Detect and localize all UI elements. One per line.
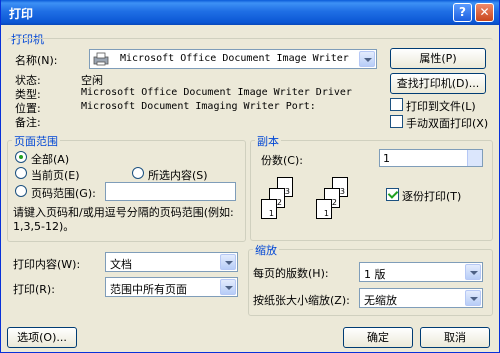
pages-per-sheet-label: 每页的版数(H): bbox=[253, 267, 329, 280]
where-value: Microsoft Document Imaging Writer Port: bbox=[81, 101, 316, 112]
comment-label: 备注: bbox=[15, 116, 41, 129]
scale-label: 按纸张大小缩放(Z): bbox=[253, 294, 350, 307]
range-all-label: 全部(A) bbox=[31, 153, 70, 166]
options-button[interactable]: 选项(O)... bbox=[7, 327, 77, 348]
zoom-group-title: 缩放 bbox=[253, 242, 279, 258]
chevron-down-icon[interactable] bbox=[465, 264, 481, 280]
printer-name-label: 名称(N): bbox=[15, 54, 58, 67]
print-what-value: 文档 bbox=[110, 258, 132, 271]
close-button[interactable]: ✕ bbox=[475, 3, 494, 22]
printer-name-value: Microsoft Office Document Image Writer bbox=[120, 53, 349, 64]
range-pages-radio[interactable] bbox=[15, 185, 27, 197]
scale-select[interactable]: 无缩放 bbox=[359, 288, 483, 308]
page-range-group-title: 页面范围 bbox=[12, 133, 60, 149]
range-selection-radio[interactable] bbox=[132, 167, 144, 179]
scale-value: 无缩放 bbox=[364, 294, 397, 307]
help-button[interactable]: ? bbox=[453, 3, 472, 22]
print-range-label: 打印(R): bbox=[13, 283, 55, 296]
copies-group-title: 副本 bbox=[255, 133, 281, 149]
collate-checkbox[interactable] bbox=[386, 188, 399, 201]
properties-button[interactable]: 属性(P) bbox=[390, 48, 486, 69]
find-printer-button[interactable]: 查找打印机(D)... bbox=[390, 73, 486, 94]
print-what-select[interactable]: 文档 bbox=[105, 252, 238, 272]
page-range-input[interactable] bbox=[105, 182, 236, 201]
copies-count-input[interactable]: 1 bbox=[379, 149, 483, 167]
range-selection-label: 所选内容(S) bbox=[148, 169, 208, 182]
range-pages-label: 页码范围(G): bbox=[31, 187, 96, 200]
chevron-down-icon[interactable] bbox=[220, 279, 236, 295]
page-num: 3 bbox=[339, 187, 345, 196]
chevron-down-icon[interactable] bbox=[465, 290, 481, 306]
collate-label: 逐份打印(T) bbox=[402, 190, 462, 203]
range-all-radio[interactable] bbox=[15, 151, 27, 163]
title-bar: 打印 ? ✕ bbox=[1, 0, 499, 25]
chevron-down-icon[interactable] bbox=[359, 51, 375, 67]
cancel-button[interactable]: 取消 bbox=[420, 327, 490, 348]
ok-button[interactable]: 确定 bbox=[343, 327, 413, 348]
manual-duplex-label: 手动双面打印(X) bbox=[406, 117, 489, 130]
spin-up-icon[interactable] bbox=[467, 150, 482, 158]
manual-duplex-checkbox[interactable] bbox=[390, 115, 403, 128]
status-value: 空闲 bbox=[81, 74, 103, 87]
print-to-file-label: 打印到文件(L) bbox=[406, 100, 476, 113]
collate-pages-icon-2: 3 2 1 bbox=[314, 177, 364, 223]
spin-down-icon[interactable] bbox=[467, 158, 482, 166]
collate-pages-icon-1: 3 2 1 bbox=[259, 177, 309, 223]
pages-per-sheet-select[interactable]: 1 版 bbox=[359, 262, 483, 282]
page-num: 1 bbox=[268, 209, 274, 218]
page-num: 2 bbox=[276, 198, 282, 207]
print-dialog: 打印 ? ✕ 打印机 名称(N): Microsoft Office Docum… bbox=[0, 0, 500, 353]
page-icon: 1 bbox=[261, 199, 277, 219]
page-num: 1 bbox=[323, 209, 329, 218]
page-icon: 1 bbox=[316, 199, 332, 219]
print-what-label: 打印内容(W): bbox=[13, 258, 81, 271]
window-title: 打印 bbox=[9, 7, 34, 21]
pages-per-sheet-value: 1 版 bbox=[364, 268, 386, 281]
range-current-label: 当前页(E) bbox=[31, 169, 80, 182]
page-num: 3 bbox=[284, 187, 290, 196]
print-to-file-checkbox[interactable] bbox=[390, 98, 403, 111]
copies-count-label: 份数(C): bbox=[261, 154, 303, 167]
print-range-value: 范围中所有页面 bbox=[110, 283, 187, 296]
printer-icon bbox=[93, 52, 109, 66]
chevron-down-icon[interactable] bbox=[220, 254, 236, 270]
type-value: Microsoft Office Document Image Writer D… bbox=[81, 87, 352, 98]
page-num: 2 bbox=[331, 198, 337, 207]
print-range-select[interactable]: 范围中所有页面 bbox=[105, 277, 238, 297]
range-current-radio[interactable] bbox=[15, 167, 27, 179]
page-range-hint: 请键入页码和/或用逗号分隔的页码范围(例如: 1,3,5-12)。 bbox=[13, 206, 234, 233]
printer-name-select[interactable]: Microsoft Office Document Image Writer bbox=[89, 49, 377, 69]
copies-count-value: 1 bbox=[383, 152, 390, 165]
